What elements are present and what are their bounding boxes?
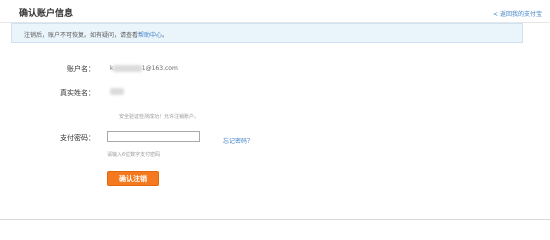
back-link[interactable]: < 返回我的支付宝: [493, 9, 542, 18]
security-check-hint: 安全验证检测成功！允许注销账户。: [119, 114, 200, 120]
header: 确认账户信息 < 返回我的支付宝: [0, 0, 550, 23]
chevron-left-icon: <: [492, 11, 498, 18]
notice-text-before: 注销后，账户不可恢复。如有疑问，请查看: [24, 32, 139, 39]
password-hint: 请输入6位数字支付密码: [107, 152, 161, 158]
realname-value-masked: ••••: [110, 88, 125, 95]
password-label: 支付密码：: [60, 134, 95, 142]
realname-label: 真实姓名：: [60, 89, 95, 97]
forgot-password-link[interactable]: 忘记密码？: [223, 136, 253, 145]
page-title: 确认账户信息: [19, 9, 74, 19]
account-value: k••••••••1@163.com: [110, 65, 178, 72]
bottom-divider: [0, 219, 550, 220]
password-input[interactable]: [107, 131, 200, 142]
help-center-link[interactable]: 帮助中心: [138, 32, 162, 39]
account-label: 账户名：: [67, 65, 95, 73]
notice-text-after: 。: [162, 32, 169, 39]
notice-banner: 注销后，账户不可恢复。如有疑问，请查看帮助中心。: [11, 23, 523, 43]
realname-value: ••••: [110, 88, 125, 95]
back-link-label: 返回我的支付宝: [499, 11, 542, 18]
account-value-suffix: 1@163.com: [141, 65, 178, 72]
account-value-masked: ••••••••: [113, 65, 142, 72]
notice-text: 注销后，账户不可恢复。如有疑问，请查看帮助中心。: [24, 30, 168, 39]
confirm-cancel-account-button[interactable]: 确认注销: [107, 171, 159, 186]
page: 确认账户信息 < 返回我的支付宝 注销后，账户不可恢复。如有疑问，请查看帮助中心。…: [0, 0, 550, 230]
